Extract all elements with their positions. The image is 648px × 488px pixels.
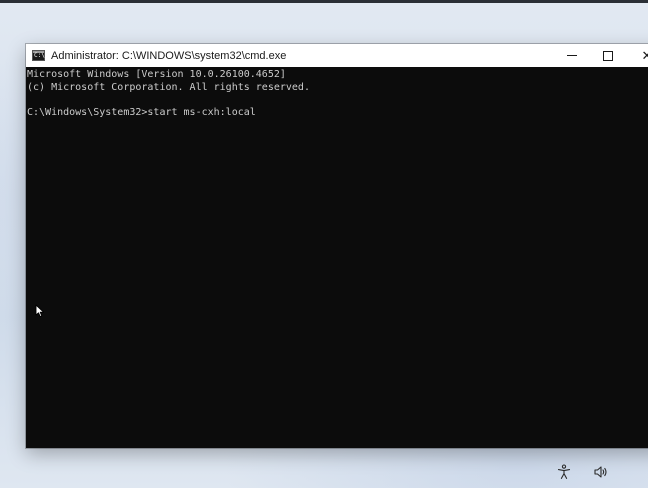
close-icon: ✕ <box>641 48 648 63</box>
console-output[interactable]: Microsoft Windows [Version 10.0.26100.46… <box>26 69 648 448</box>
mouse-pointer-icon <box>35 304 45 318</box>
cmd-icon-glyph: C:\ <box>34 52 45 59</box>
accessibility-icon[interactable] <box>554 462 574 482</box>
maximize-button[interactable] <box>588 44 628 67</box>
accessibility-icon-svg <box>557 464 571 479</box>
cmd-icon: C:\ <box>32 50 45 61</box>
volume-icon[interactable] <box>591 462 611 482</box>
close-button[interactable]: ✕ <box>627 44 648 67</box>
maximize-icon <box>603 50 613 61</box>
cmd-window[interactable]: C:\ Administrator: C:\WINDOWS\system32\c… <box>26 44 648 448</box>
console-line: Microsoft Windows [Version 10.0.26100.46… <box>27 69 286 80</box>
minimize-icon <box>567 55 577 56</box>
volume-icon-svg <box>594 466 607 478</box>
console-line: (c) Microsoft Corporation. All rights re… <box>27 81 310 93</box>
window-titlebar[interactable]: C:\ Administrator: C:\WINDOWS\system32\c… <box>26 44 648 67</box>
console-prompt-line[interactable]: C:\Windows\System32>start ms-cxh:local <box>26 107 648 120</box>
window-title: Administrator: C:\WINDOWS\system32\cmd.e… <box>51 49 287 62</box>
minimize-button[interactable] <box>552 44 592 67</box>
